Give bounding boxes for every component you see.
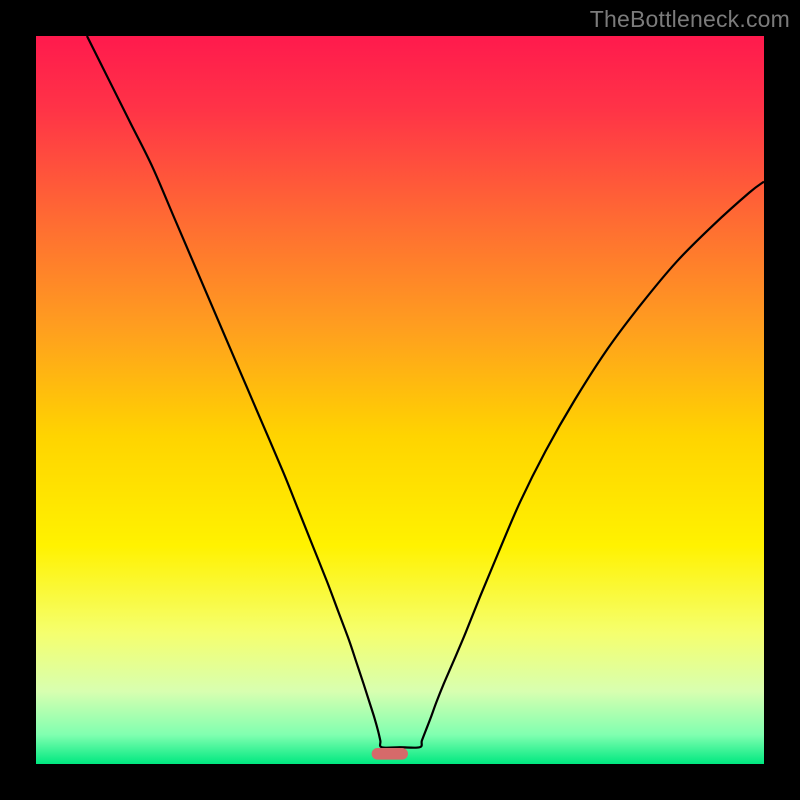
plot-area bbox=[36, 36, 764, 764]
plot-svg bbox=[36, 36, 764, 764]
chart-frame: TheBottleneck.com bbox=[0, 0, 800, 800]
vertex-marker bbox=[372, 748, 408, 760]
gradient-background bbox=[36, 36, 764, 764]
watermark-text: TheBottleneck.com bbox=[590, 6, 790, 33]
